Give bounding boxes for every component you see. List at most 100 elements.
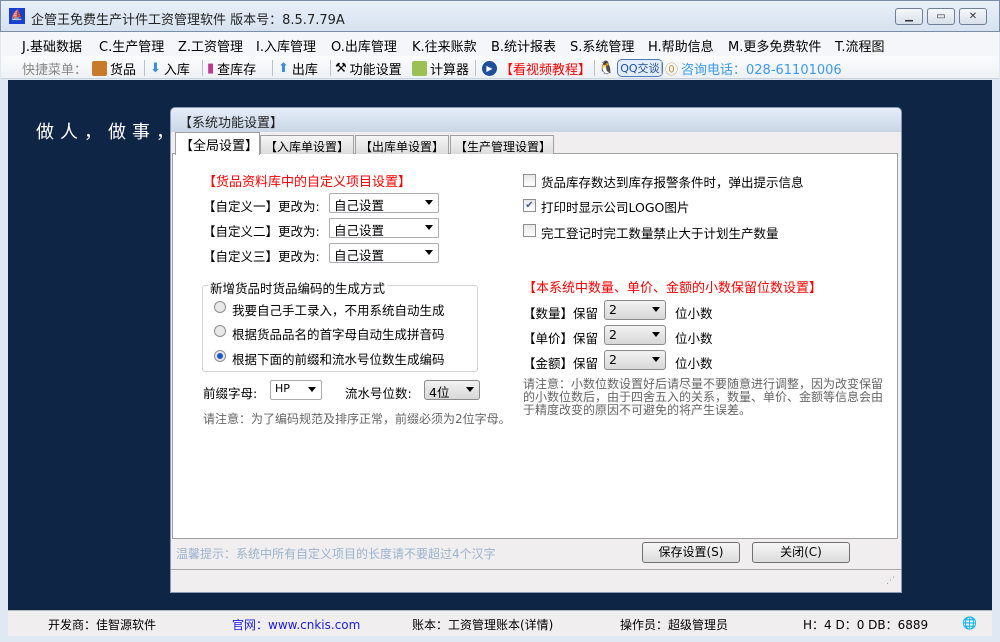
menu-accounts[interactable]: K.往来账款: [412, 36, 477, 55]
goods-icon: [92, 61, 107, 76]
goods-button[interactable]: 货品: [92, 59, 136, 78]
quick-menu-label: 快捷菜单：: [22, 63, 88, 78]
price-decimal-select[interactable]: 2: [604, 325, 666, 345]
custom-field-2-label: 【自定义二】更改为:: [203, 224, 320, 239]
tools-icon: ⚒: [335, 61, 347, 76]
menu-system[interactable]: S.系统管理: [570, 36, 634, 55]
stock-in-button[interactable]: ⬇ 入库: [150, 59, 190, 78]
separator: [475, 60, 476, 76]
tab-stock-out-settings[interactable]: 【出库单设置】: [355, 135, 449, 154]
window-title: 企管王免费生产计件工资管理软件 版本号：8.5.7.79A: [31, 13, 345, 28]
stock-out-button[interactable]: ⬆ 出库: [278, 59, 318, 78]
radio-prefix-serial[interactable]: [214, 350, 226, 362]
operator-info: 操作员：超级管理员: [620, 618, 729, 632]
menu-more-software[interactable]: M.更多免费软件: [728, 36, 821, 55]
developer-info: 开发商：佳智源软件: [48, 618, 157, 632]
save-settings-button[interactable]: 保存设置(S): [642, 542, 740, 563]
chevron-down-icon: [652, 357, 660, 362]
quantity-decimal-select[interactable]: 2: [604, 300, 666, 320]
separator: [661, 60, 662, 76]
radio-manual-entry-label[interactable]: 我要自己手工录入，不用系统自动生成: [232, 300, 445, 319]
serial-digits-label: 流水号位数:: [345, 386, 412, 401]
account-book-info[interactable]: 账本：工资管理账本(详情): [412, 616, 553, 633]
video-tutorial-button[interactable]: ▶ 【看视频教程】: [482, 59, 591, 78]
price-decimal-unit: 位小数: [675, 331, 713, 346]
menu-basic-data[interactable]: J.基础数据: [22, 36, 82, 55]
quantity-decimal-label: 【数量】保留: [523, 306, 599, 321]
qq-penguin-icon: 🐧: [598, 60, 615, 76]
code-group-title: 新增货品时货品编码的生成方式: [208, 278, 388, 297]
calculator-icon: [412, 61, 427, 76]
menu-reports[interactable]: B.统计报表: [491, 36, 556, 55]
coin-icon: ⓪: [665, 63, 679, 78]
serial-digits-select[interactable]: 4位: [424, 380, 480, 400]
dialog-title-bar: 【系统功能设置】: [171, 108, 901, 132]
dialog-title: 【系统功能设置】: [179, 116, 284, 131]
minimize-button[interactable]: ▁: [895, 8, 923, 25]
print-logo-checkbox[interactable]: ✔: [523, 199, 536, 212]
play-icon: ▶: [482, 61, 497, 76]
chevron-down-icon: [466, 387, 474, 392]
chevron-down-icon: [425, 200, 433, 205]
custom-field-2-select[interactable]: 自己设置: [329, 218, 439, 238]
resize-grip-icon[interactable]: ⋰: [886, 576, 895, 586]
sail-logo-icon: ⛵: [9, 8, 25, 24]
separator: [144, 60, 145, 76]
chevron-down-icon: [652, 307, 660, 312]
menu-flowchart[interactable]: T.流程图: [835, 36, 885, 55]
separator: [330, 60, 331, 76]
website-link[interactable]: 官网：www.cnkis.com: [232, 616, 360, 633]
stock-alert-label[interactable]: 货品库存数达到库存报警条件时，弹出提示信息: [541, 172, 804, 191]
prefix-select[interactable]: HP: [270, 380, 322, 400]
close-icon: ✕: [968, 11, 978, 22]
close-dialog-button[interactable]: 关闭(C): [752, 542, 850, 563]
custom-field-3-label: 【自定义三】更改为:: [203, 249, 320, 264]
radio-manual-entry[interactable]: [214, 301, 226, 313]
radio-pinyin-label[interactable]: 根据货品品名的首字母自动生成拼音码: [232, 324, 445, 343]
chevron-down-icon: [308, 387, 316, 392]
motto-text: 做人，做事，: [36, 122, 180, 143]
close-button[interactable]: ✕: [959, 8, 987, 25]
custom-field-1-select[interactable]: 自己设置: [329, 193, 439, 213]
arrow-down-icon: ⬇: [150, 61, 161, 76]
tab-global-settings[interactable]: 【全局设置】: [175, 132, 260, 155]
decimal-header: 【本系统中数量、单价、金额的小数保留位数设置】: [523, 281, 823, 296]
chevron-down-icon: [425, 250, 433, 255]
menu-wages[interactable]: Z.工资管理: [178, 36, 243, 55]
print-logo-label[interactable]: 打印时显示公司LOGO图片: [541, 197, 689, 216]
menu-help[interactable]: H.帮助信息: [648, 36, 714, 55]
completion-limit-checkbox[interactable]: [523, 224, 536, 237]
menu-production[interactable]: C.生产管理: [99, 36, 164, 55]
bar-chart-icon: ▮: [207, 61, 215, 76]
arrow-up-icon: ⬆: [278, 61, 289, 76]
phone-info: ⓪ 咨询电话：028-61101006: [665, 59, 842, 78]
menu-stock-in[interactable]: I.入库管理: [256, 36, 316, 55]
completion-limit-label[interactable]: 完工登记时完工数量禁止大于计划生产数量: [541, 223, 779, 242]
custom-field-3-select[interactable]: 自己设置: [329, 243, 439, 263]
stock-alert-checkbox[interactable]: [523, 174, 536, 187]
checkmark-icon: ✔: [525, 200, 534, 211]
minimize-icon: ▁: [905, 11, 913, 22]
tab-stock-in-settings[interactable]: 【入库单设置】: [260, 135, 354, 154]
divider: [171, 569, 901, 570]
function-settings-button[interactable]: ⚒ 功能设置: [335, 59, 402, 78]
calculator-button[interactable]: 计算器: [412, 59, 469, 78]
amount-decimal-unit: 位小数: [675, 356, 713, 371]
qq-chat-button[interactable]: 🐧 QQ交谈: [598, 59, 663, 77]
tab-production-settings[interactable]: 【生产管理设置】: [450, 135, 554, 154]
maximize-button[interactable]: ▭: [927, 8, 955, 25]
amount-decimal-select[interactable]: 2: [604, 350, 666, 370]
db-info: H：4 D：0 DB：6889: [803, 618, 929, 632]
decimal-note: 请注意：小数位数设置好后请尽量不要随意进行调整，因为改变保留的小数位数后，由于四…: [523, 377, 884, 417]
price-decimal-label: 【单价】保留: [523, 331, 599, 346]
custom-fields-header: 【货品资料库中的自定义项目设置】: [203, 175, 412, 190]
quantity-decimal-unit: 位小数: [675, 306, 713, 321]
radio-pinyin[interactable]: [214, 325, 226, 337]
chevron-down-icon: [425, 225, 433, 230]
chevron-down-icon: [652, 332, 660, 337]
menu-stock-out[interactable]: O.出库管理: [331, 36, 397, 55]
separator: [202, 60, 203, 76]
check-stock-button[interactable]: ▮ 查库存: [207, 59, 256, 78]
radio-prefix-serial-label[interactable]: 根据下面的前缀和流水号位数生成编码: [232, 349, 445, 368]
custom-field-1-label: 【自定义一】更改为:: [203, 199, 320, 214]
